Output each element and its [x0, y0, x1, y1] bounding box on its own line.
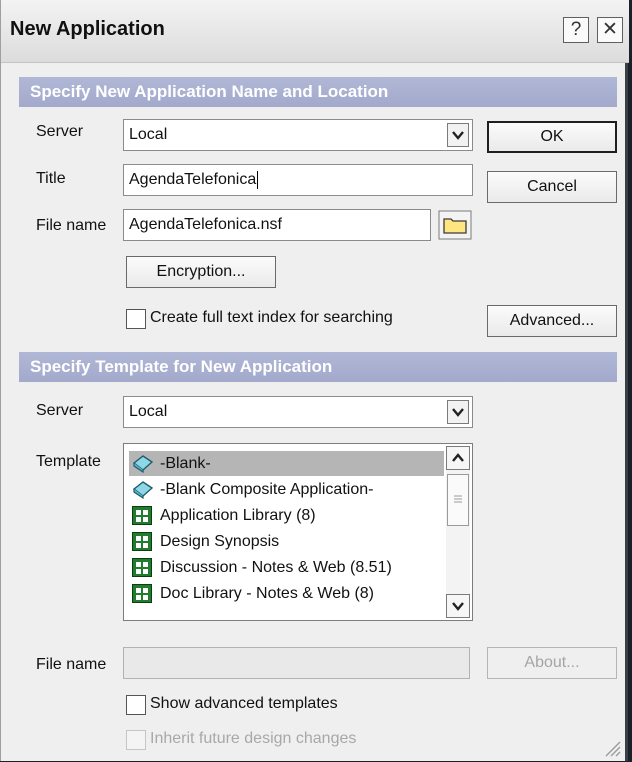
template-item-blank[interactable]: -Blank- [129, 451, 444, 476]
title-bar[interactable]: New Application ? ✕ [1, 0, 629, 63]
resize-grip[interactable] [601, 737, 621, 757]
inherit-design-label: Inherit future design changes [150, 730, 357, 747]
server-value: Local [129, 126, 168, 143]
filename-value: AgendaTelefonica.nsf [129, 216, 282, 233]
scroll-up-button[interactable] [446, 446, 470, 470]
template-item-label: Design Synopsis [160, 533, 280, 550]
title-input[interactable]: AgendaTelefonica [123, 164, 473, 196]
template-item-design-synopsis[interactable]: Design Synopsis [129, 529, 444, 554]
folder-icon [438, 210, 472, 240]
scroll-down-button[interactable] [446, 594, 470, 618]
title-label: Title [36, 170, 66, 187]
about-button[interactable]: About... [487, 647, 617, 679]
template-item-label: Discussion - Notes & Web (8.51) [160, 559, 392, 576]
inherit-design-checkbox[interactable] [126, 730, 146, 750]
template-server-label: Server [36, 402, 84, 419]
template-server-dropdown-button[interactable] [447, 400, 469, 424]
notes-database-icon [132, 532, 152, 551]
blank-template-icon [132, 480, 154, 500]
template-server-value: Local [129, 403, 168, 420]
template-item-blank-composite[interactable]: -Blank Composite Application- [129, 477, 444, 502]
notes-database-icon [132, 506, 152, 525]
fulltext-index-label: Create full text index for searching [150, 309, 393, 326]
title-value: AgendaTelefonica [129, 171, 257, 188]
close-icon: ✕ [602, 19, 618, 40]
cancel-button[interactable]: Cancel [487, 171, 617, 203]
text-caret [257, 170, 259, 189]
server-select[interactable]: Local [123, 119, 473, 151]
resize-grip-icon [605, 741, 621, 757]
ok-button[interactable]: OK [487, 121, 617, 153]
template-label: Template [36, 453, 101, 470]
template-item-doc-library[interactable]: Doc Library - Notes & Web (8) [129, 581, 444, 606]
show-advanced-templates-checkbox[interactable] [126, 695, 146, 715]
template-item-label: Doc Library - Notes & Web (8) [160, 585, 374, 602]
help-button[interactable]: ? [563, 17, 589, 43]
section-heading-template: Specify Template for New Application [19, 352, 617, 382]
notes-database-icon [132, 558, 152, 577]
template-item-label: Application Library (8) [160, 507, 316, 524]
template-item-label: -Blank- [160, 455, 211, 472]
scroll-thumb[interactable] [447, 474, 469, 526]
dialog-title: New Application [10, 18, 165, 40]
template-list[interactable]: -Blank- -Blank Composite Application- Ap… [123, 443, 473, 621]
chevron-up-icon [452, 453, 464, 462]
template-item-label: -Blank Composite Application- [160, 481, 374, 498]
filename-input[interactable]: AgendaTelefonica.nsf [123, 209, 431, 241]
close-button[interactable]: ✕ [597, 17, 623, 43]
template-filename-input[interactable] [123, 647, 470, 679]
browse-folder-button[interactable] [438, 210, 472, 240]
encryption-button[interactable]: Encryption... [126, 256, 276, 288]
blank-template-icon [132, 454, 154, 474]
filename-label: File name [36, 217, 107, 234]
chevron-down-icon [452, 602, 464, 611]
fulltext-index-checkbox[interactable] [126, 309, 146, 329]
notes-database-icon [132, 584, 152, 603]
server-label: Server [36, 123, 84, 140]
server-dropdown-button[interactable] [447, 123, 469, 147]
chevron-down-icon [452, 408, 464, 417]
template-item-discussion[interactable]: Discussion - Notes & Web (8.51) [129, 555, 444, 580]
show-advanced-templates-label: Show advanced templates [150, 695, 338, 712]
template-item-application-library[interactable]: Application Library (8) [129, 503, 444, 528]
template-filename-label: File name [36, 656, 107, 673]
advanced-button[interactable]: Advanced... [487, 305, 617, 337]
help-icon: ? [570, 19, 582, 40]
new-application-dialog: New Application ? ✕ Specify New Applicat… [0, 0, 629, 761]
grip-icon [454, 495, 462, 503]
template-server-select[interactable]: Local [123, 396, 473, 428]
section-heading-name-location: Specify New Application Name and Locatio… [19, 77, 617, 107]
template-list-scrollbar[interactable] [446, 446, 470, 618]
chevron-down-icon [452, 131, 464, 140]
